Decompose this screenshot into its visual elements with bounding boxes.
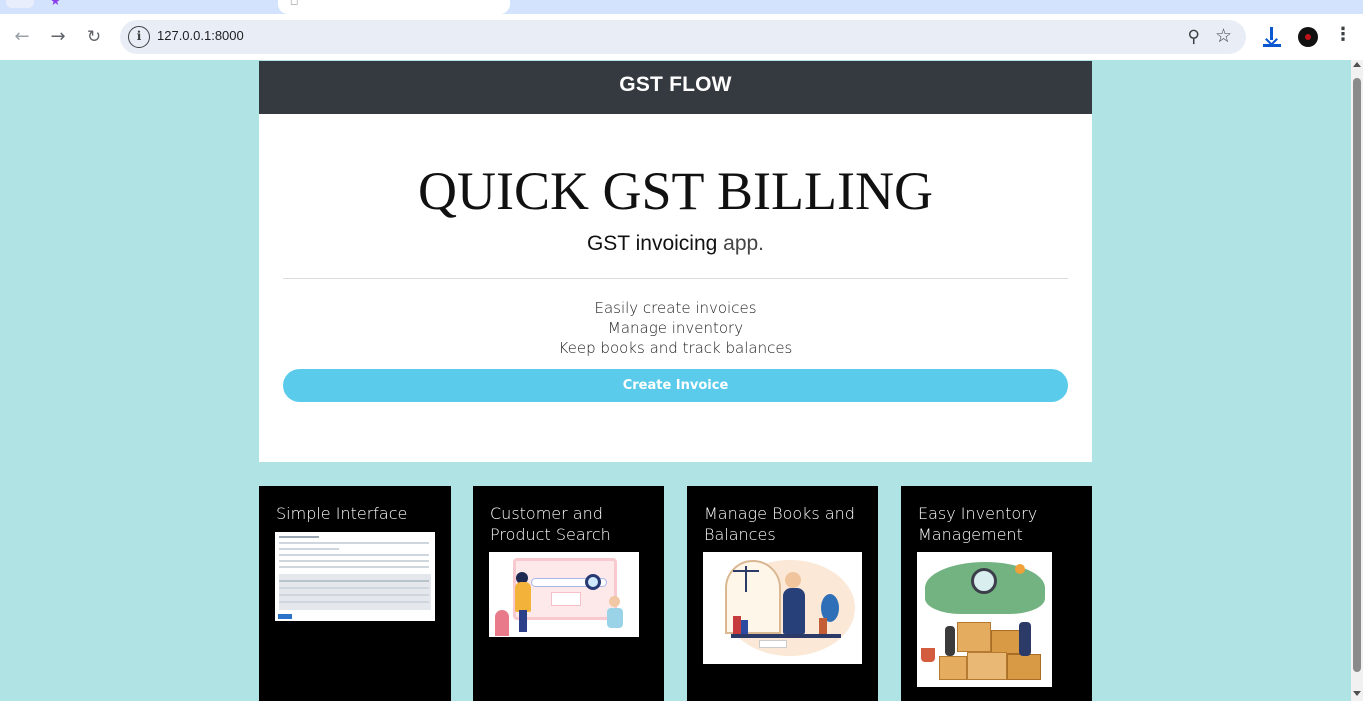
- inventory-illustration-image: [917, 552, 1052, 687]
- navbar-brand[interactable]: GST FLOW: [619, 73, 731, 97]
- scroll-thumb[interactable]: [1353, 78, 1361, 672]
- magnifier-icon: [585, 574, 601, 590]
- reload-icon[interactable]: ↻: [80, 23, 108, 51]
- tab-favicon-icon: ★: [50, 0, 61, 8]
- pinned-tab[interactable]: [6, 0, 34, 8]
- feature-item: Easily create invoices: [594, 299, 757, 317]
- feature-card-simple-interface: Simple Interface: [259, 486, 451, 701]
- feature-item: Keep books and track balances: [558, 339, 793, 357]
- tab-inactive[interactable]: ★: [0, 0, 278, 14]
- site-info-icon[interactable]: i: [128, 26, 150, 48]
- bookmark-star-icon[interactable]: ☆: [1215, 25, 1232, 47]
- tab-strip: ★ ◻: [0, 0, 1363, 14]
- books-balances-illustration-image: [703, 552, 862, 664]
- card-title: Customer and Product Search: [490, 504, 611, 544]
- card-title: Easy Inventory Management: [918, 504, 1038, 544]
- scroll-up-arrow-icon[interactable]: [1353, 62, 1361, 67]
- url-text[interactable]: 127.0.0.1:8000: [157, 28, 244, 43]
- feature-card-search: Customer and Product Search: [473, 486, 664, 701]
- address-bar[interactable]: i 127.0.0.1:8000 ⚲ ☆: [120, 20, 1246, 54]
- hero-subtitle-light: app.: [717, 232, 765, 255]
- magnifier-icon: [971, 568, 997, 594]
- feature-card-books: Manage Books and Balances: [687, 486, 878, 701]
- tab-favicon-icon: ◻: [290, 0, 299, 7]
- profile-avatar[interactable]: [1298, 27, 1318, 47]
- hero-title: QUICK GST BILLING: [418, 161, 933, 221]
- hero-subtitle: GST invoicing app.: [259, 232, 1092, 256]
- hero-subtitle-bold: GST invoicing: [586, 232, 718, 255]
- search-illustration-image: [489, 552, 639, 637]
- tab-active[interactable]: ◻: [278, 0, 510, 14]
- zoom-icon[interactable]: ⚲: [1188, 27, 1200, 47]
- card-title: Manage Books and Balances: [704, 504, 855, 544]
- scroll-down-arrow-icon[interactable]: [1353, 691, 1361, 696]
- feature-item: Manage inventory: [607, 319, 744, 337]
- feature-card-inventory: Easy Inventory Management: [901, 486, 1092, 701]
- forward-arrow-icon[interactable]: →: [44, 23, 72, 51]
- invoice-form-screenshot-image: [275, 532, 435, 621]
- create-invoice-button[interactable]: Create Invoice: [283, 369, 1068, 402]
- hero-jumbotron: QUICK GST BILLING GST invoicing app. Eas…: [259, 114, 1092, 462]
- back-arrow-icon[interactable]: ←: [8, 23, 36, 51]
- card-title: Simple Interface: [276, 504, 408, 523]
- download-icon[interactable]: [1260, 25, 1284, 49]
- feature-list: Easily create invoices Manage inventory …: [259, 298, 1092, 358]
- page-scrollbar[interactable]: [1351, 60, 1363, 701]
- hero-divider: [283, 278, 1068, 279]
- kebab-menu-icon[interactable]: ⋮: [1334, 24, 1352, 45]
- browser-toolbar: ← → ↻ i 127.0.0.1:8000 ⚲ ☆ ⋮: [0, 14, 1363, 60]
- site-navbar: GST FLOW: [259, 61, 1092, 114]
